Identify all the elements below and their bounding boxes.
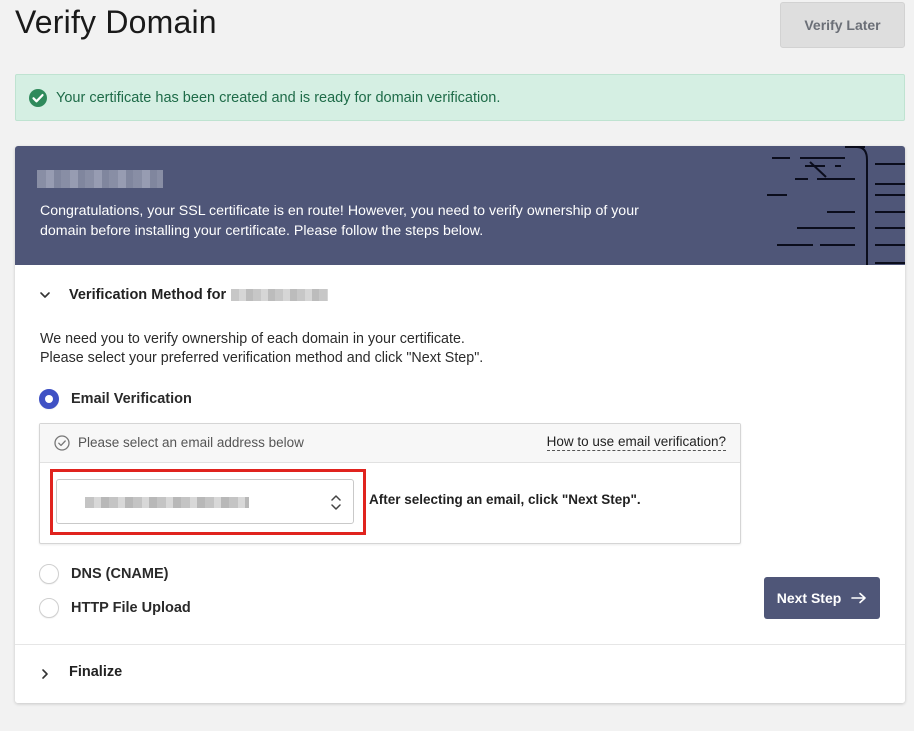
next-step-button[interactable]: Next Step bbox=[764, 577, 880, 619]
banner-text: Congratulations, your SSL certificate is… bbox=[40, 203, 639, 239]
verification-card: Congratulations, your SSL certificate is… bbox=[15, 146, 905, 703]
finalize-section-header[interactable]: Finalize bbox=[15, 644, 905, 703]
arrow-right-icon bbox=[851, 592, 867, 604]
circle-check-icon bbox=[54, 435, 70, 451]
card-banner: Congratulations, your SSL certificate is… bbox=[15, 146, 905, 265]
radio-button[interactable] bbox=[39, 564, 59, 584]
intro-line-2: Please select your preferred verificatio… bbox=[40, 350, 484, 366]
alert-text: Your certificate has been created and is… bbox=[56, 89, 501, 106]
next-step-label: Next Step bbox=[776, 590, 842, 606]
check-circle-icon bbox=[28, 88, 48, 108]
chevron-down-icon bbox=[39, 289, 51, 301]
radio-dns-cname[interactable]: DNS (CNAME) bbox=[39, 564, 168, 584]
email-select[interactable] bbox=[56, 479, 354, 524]
verification-intro: We need you to verify ownership of each … bbox=[40, 330, 640, 368]
after-select-hint: After selecting an email, click "Next St… bbox=[369, 492, 641, 507]
chevron-right-icon bbox=[39, 668, 51, 680]
email-help-link[interactable]: How to use email verification? bbox=[546, 434, 726, 451]
email-box-header: Please select an email address below How… bbox=[40, 424, 740, 463]
selected-email-redacted bbox=[85, 497, 249, 508]
radio-label-http: HTTP File Upload bbox=[71, 600, 191, 616]
radio-button[interactable] bbox=[39, 598, 59, 618]
banner-decoration bbox=[767, 146, 905, 265]
verification-method-header[interactable]: Verification Method for bbox=[15, 265, 905, 325]
success-alert: Your certificate has been created and is… bbox=[15, 74, 905, 121]
verification-method-heading: Verification Method for bbox=[69, 287, 227, 303]
radio-button-selected[interactable] bbox=[39, 389, 59, 409]
email-box-title: Please select an email address below bbox=[78, 435, 304, 450]
radio-http-file-upload[interactable]: HTTP File Upload bbox=[39, 598, 191, 618]
intro-line-1: We need you to verify ownership of each … bbox=[40, 331, 465, 347]
verify-later-button[interactable]: Verify Later bbox=[780, 2, 905, 48]
verification-domain-redacted bbox=[231, 289, 328, 301]
radio-email-verification[interactable]: Email Verification bbox=[39, 389, 192, 409]
banner-domain-redacted bbox=[37, 170, 163, 188]
radio-label-dns: DNS (CNAME) bbox=[71, 566, 169, 582]
radio-label-email: Email Verification bbox=[71, 391, 192, 407]
page-title: Verify Domain bbox=[15, 4, 217, 40]
finalize-heading: Finalize bbox=[69, 664, 123, 680]
up-down-arrows-icon bbox=[330, 494, 342, 511]
